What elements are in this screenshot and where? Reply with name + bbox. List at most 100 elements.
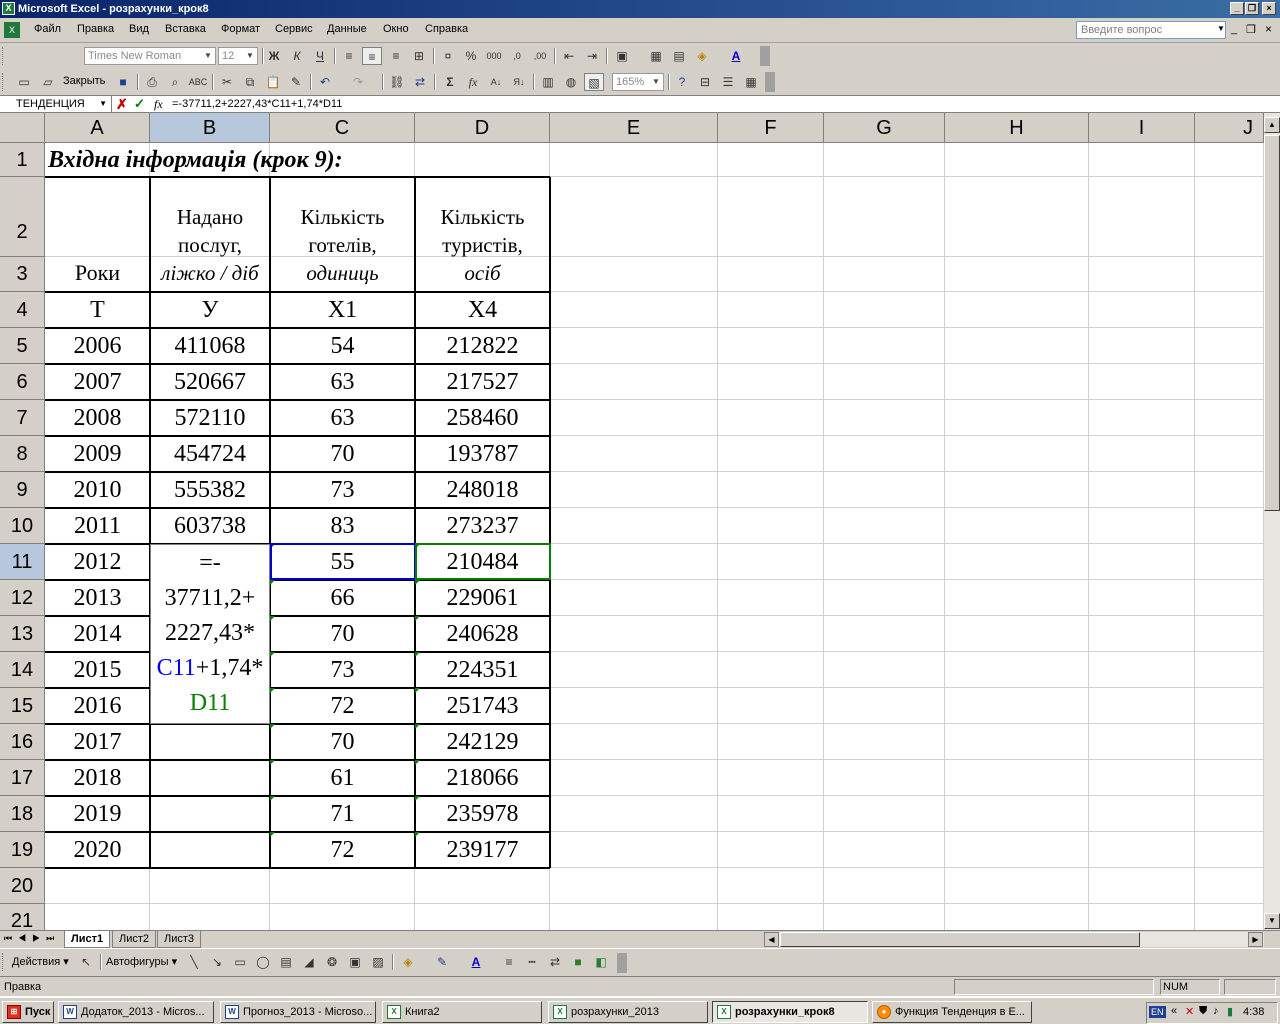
increase-decimal-icon[interactable]: ,0 (507, 47, 527, 65)
cell-tourists[interactable]: 240628 (415, 616, 550, 652)
column-header-b[interactable]: B (150, 113, 270, 143)
worksheet-grid[interactable]: A B C D E F G H I J 1 2 3 4 5 6 7 8 9 10 11 12 13 14 1… (0, 113, 1264, 930)
vertical-scrollbar[interactable]: ▲ ▼ (1264, 113, 1280, 930)
cell-hotels[interactable]: 66 (270, 580, 415, 616)
header-hotels[interactable]: Кількість готелів, одиниць (270, 203, 415, 287)
autosum-icon[interactable]: Σ (440, 73, 460, 91)
indent-icon[interactable]: ⊟ (695, 73, 715, 91)
start-button[interactable]: ⊞ Пуск (2, 1001, 54, 1023)
diagram-icon[interactable]: ❂ (322, 953, 342, 971)
cell-year[interactable]: 2006 (45, 328, 150, 364)
research-icon[interactable]: ⇄ (410, 73, 430, 91)
doc-minimize-button[interactable]: _ (1231, 23, 1237, 35)
cell-hotels[interactable]: 70 (270, 436, 415, 472)
column-header-e[interactable]: E (550, 113, 718, 143)
select-pointer-icon[interactable]: ↖ (76, 953, 96, 971)
ask-question-input[interactable]: Введите вопрос (1076, 21, 1226, 39)
thousands-icon[interactable]: 000 (484, 47, 504, 65)
chart-wizard-icon[interactable]: ▥ (538, 73, 558, 91)
column-header-h[interactable]: H (945, 113, 1089, 143)
font-color-icon[interactable]: A (726, 47, 746, 65)
horizontal-scroll-thumb[interactable] (780, 932, 1140, 947)
menu-edit[interactable]: Правка (77, 23, 114, 35)
fill-color-icon[interactable]: ◈ (398, 953, 418, 971)
fill-color-icon[interactable]: ◈ (692, 47, 712, 65)
editing-cell-b11[interactable]: =- 37711,2+ 2227,43* C11+1,74* D11 (150, 544, 270, 724)
cell-year[interactable]: 2009 (45, 436, 150, 472)
cell-tourists[interactable]: 258460 (415, 400, 550, 436)
task-rozrakhunky-2013[interactable]: Xрозрахунки_2013 (548, 1001, 708, 1023)
cell-tourists[interactable]: 273237 (415, 508, 550, 544)
row-header-3[interactable]: 3 (0, 257, 45, 292)
shadow-icon[interactable]: ■ (568, 953, 588, 971)
column-header-j[interactable]: J (1195, 113, 1264, 143)
cell-services[interactable]: 555382 (150, 472, 270, 508)
arrow-icon[interactable]: ↘ (207, 953, 227, 971)
task-prognoz[interactable]: W Прогноз_2013 - Microso... (220, 1001, 376, 1023)
cell-year[interactable]: 2010 (45, 472, 150, 508)
header-years[interactable]: Роки (45, 258, 150, 288)
redo-icon[interactable]: ↷ (348, 73, 368, 91)
cell-hotels[interactable]: 70 (270, 616, 415, 652)
cell-hotels[interactable]: 54 (270, 328, 415, 364)
name-box[interactable]: ТЕНДЕНЦИЯ ▼ (0, 96, 112, 112)
rows-icon[interactable]: ☰ (718, 73, 738, 91)
column-header-a[interactable]: A (45, 113, 150, 143)
tray-expand-icon[interactable]: « (1171, 1005, 1177, 1017)
cell-year[interactable]: 2019 (45, 796, 150, 832)
cell-tourists[interactable]: 229061 (415, 580, 550, 616)
print-icon[interactable]: ⎙ (142, 73, 162, 91)
close-button[interactable]: × (1262, 2, 1276, 15)
tab-scroll-buttons[interactable]: ⏮◀▶⏭ (4, 933, 60, 944)
cell-hotels[interactable]: 63 (270, 400, 415, 436)
cell-year[interactable]: 2013 (45, 580, 150, 616)
cell-year[interactable]: 2011 (45, 508, 150, 544)
autoshapes-menu[interactable]: Автофигуры ▾ (106, 955, 177, 968)
cut-icon[interactable]: ✂ (217, 73, 237, 91)
tray-volume-icon[interactable]: ♪ (1213, 1005, 1219, 1017)
font-color-icon[interactable]: A (466, 953, 486, 971)
cell-tourists[interactable]: 239177 (415, 832, 550, 868)
hyperlink-icon[interactable]: ⛓ (387, 73, 407, 91)
undo-icon[interactable]: ↶ (315, 73, 335, 91)
cell-hotels[interactable]: 72 (270, 688, 415, 724)
row-header-6[interactable]: 6 (0, 364, 45, 400)
tab-sheet2[interactable]: Лист2 (112, 931, 157, 948)
restore-button[interactable]: ❐ (1245, 2, 1259, 15)
select-all-corner[interactable] (0, 113, 45, 143)
cell-year[interactable]: 2018 (45, 760, 150, 796)
cell-hotels[interactable]: 72 (270, 832, 415, 868)
menu-format[interactable]: Формат (221, 23, 260, 35)
wordart-icon[interactable]: ◢ (299, 953, 319, 971)
drawing-icon[interactable]: ◍ (561, 73, 581, 91)
cell-tourists[interactable]: 235978 (415, 796, 550, 832)
spelling-icon[interactable]: ABC (188, 73, 208, 91)
print-preview-icon[interactable]: ⌕ (165, 73, 185, 91)
line-style-icon[interactable]: ≡ (499, 953, 519, 971)
row-header-2[interactable]: 2 (0, 177, 45, 257)
code-y[interactable]: У (150, 292, 270, 328)
row-header-17[interactable]: 17 (0, 760, 45, 796)
new-document-icon[interactable]: ▭ (14, 73, 34, 91)
save-icon[interactable]: ■ (113, 73, 133, 91)
menu-service[interactable]: Сервис (275, 23, 313, 35)
sort-desc-icon[interactable]: Я↓ (509, 73, 529, 91)
grid-icon[interactable]: ▦ (646, 47, 666, 65)
menu-file[interactable]: Файл (34, 23, 61, 35)
doc-close-button[interactable]: × (1265, 22, 1272, 36)
align-right-icon[interactable]: ≡ (386, 47, 406, 65)
cell-services[interactable]: 520667 (150, 364, 270, 400)
line-icon[interactable]: ╲ (184, 953, 204, 971)
cell-services[interactable]: 603738 (150, 508, 270, 544)
cell-year[interactable]: 2017 (45, 724, 150, 760)
sort-asc-icon[interactable]: A↓ (486, 73, 506, 91)
cell-hotels[interactable]: 73 (270, 652, 415, 688)
paste-icon[interactable]: 📋 (263, 73, 283, 91)
chevron-down-icon[interactable]: ▼ (1217, 24, 1225, 33)
cell-tourists[interactable]: 193787 (415, 436, 550, 472)
cell-year[interactable]: 2015 (45, 652, 150, 688)
borders-icon[interactable]: ▣ (612, 47, 632, 65)
row-header-20[interactable]: 20 (0, 868, 45, 904)
tray-network-icon[interactable]: ✕ (1185, 1005, 1194, 1018)
row-header-9[interactable]: 9 (0, 472, 45, 508)
